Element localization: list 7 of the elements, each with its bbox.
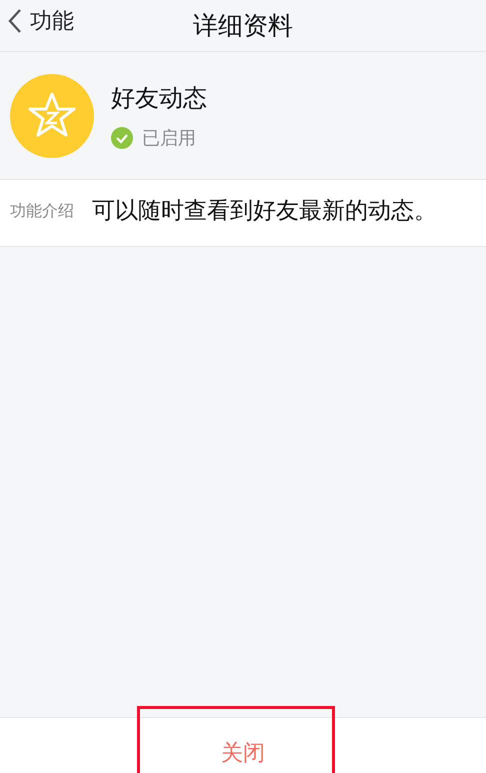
- status-text: 已启用: [142, 126, 196, 150]
- back-button[interactable]: 功能: [8, 6, 74, 36]
- feature-name: 好友动态: [111, 82, 207, 114]
- intro-label: 功能介绍: [10, 200, 74, 222]
- back-icon: [8, 8, 22, 34]
- intro-text: 可以随时查看到好友最新的动态。: [92, 197, 437, 226]
- page-title: 详细资料: [193, 10, 293, 42]
